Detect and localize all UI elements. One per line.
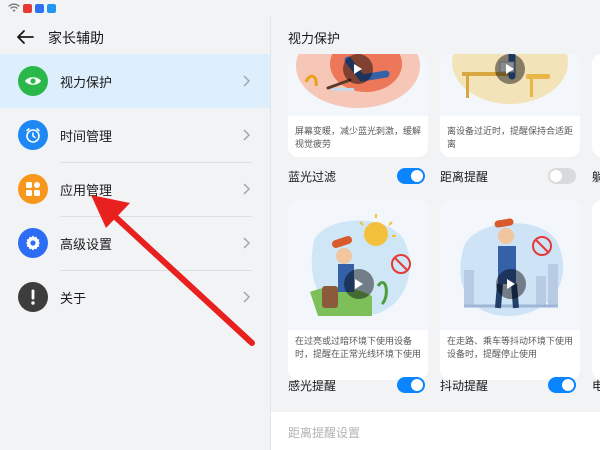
- menu-item-app-management[interactable]: 应用管理: [0, 162, 270, 216]
- menu-item-advanced-settings[interactable]: 高级设置: [0, 216, 270, 270]
- menu-item-label: 关于: [60, 292, 87, 307]
- distance-reminder-toggle[interactable]: [548, 168, 576, 184]
- play-icon: [354, 64, 362, 74]
- menu-item-label: 高级设置: [60, 238, 113, 253]
- status-bar: [0, 0, 600, 16]
- play-icon: [507, 279, 515, 289]
- card-description: 屏幕变暖，减少蓝光刺激，缓解视觉疲劳: [295, 127, 422, 150]
- blue-light-filter-toggle[interactable]: [397, 168, 425, 184]
- menu-item-label: 视力保护: [60, 76, 113, 91]
- detail-title: 视力保护: [288, 32, 341, 47]
- play-video-button[interactable]: [495, 54, 525, 84]
- settings-menu-pane: 家长辅助 视力保护 时间管理 应用管理 高级设置 关于: [0, 16, 270, 450]
- shake-reminder-illustration: [440, 200, 580, 330]
- parental-assist-screen: 家长辅助 视力保护 时间管理 应用管理 高级设置 关于 视力保护 屏幕变暖，减少…: [0, 0, 600, 450]
- chevron-right-icon: [243, 129, 251, 141]
- light-sensor-card[interactable]: 在过亮或过暗环境下使用设备时，提醒在正常光线环境下使用: [288, 200, 428, 380]
- partial-card[interactable]: [592, 200, 600, 380]
- shake-reminder-toggle[interactable]: [548, 377, 576, 393]
- eye-protection-detail-pane: 视力保护 屏幕变暖，减少蓝光刺激，缓解视觉疲劳 离设备过近时，提醒保持合适距离 …: [271, 16, 600, 450]
- notification-app-icon: [23, 3, 32, 13]
- chevron-right-icon: [243, 183, 251, 195]
- play-video-button[interactable]: [344, 269, 374, 299]
- toggle-label: 感光提醒: [288, 379, 337, 393]
- chevron-right-icon: [243, 237, 251, 249]
- menu-item-label: 应用管理: [60, 184, 113, 199]
- shake-reminder-card[interactable]: 在走路、乘车等抖动环境下使用设备时，提醒停止使用: [440, 200, 580, 380]
- play-icon: [506, 64, 514, 74]
- play-video-button[interactable]: [496, 269, 526, 299]
- partial-card[interactable]: [592, 54, 600, 157]
- wifi-icon: [8, 3, 20, 12]
- blue-light-card[interactable]: 屏幕变暖，减少蓝光刺激，缓解视觉疲劳: [288, 54, 428, 157]
- toggle-label-partial: 躺: [592, 170, 600, 184]
- page-header: 家长辅助: [0, 16, 270, 56]
- play-icon: [355, 279, 363, 289]
- toggle-label-partial: 电: [592, 379, 600, 393]
- page-title: 家长辅助: [48, 31, 104, 47]
- play-video-button[interactable]: [343, 54, 373, 84]
- light-sensor-toggle[interactable]: [397, 377, 425, 393]
- notification-app-icon: [47, 3, 56, 13]
- settings-row-label: 距离提醒设置: [288, 426, 361, 440]
- toggle-label: 距离提醒: [440, 170, 489, 184]
- card-description: 在走路、乘车等抖动环境下使用设备时，提醒停止使用: [447, 337, 574, 360]
- toggle-label: 抖动提醒: [440, 379, 489, 393]
- eye-icon: [18, 66, 48, 96]
- menu-item-time-management[interactable]: 时间管理: [0, 108, 270, 162]
- menu-item-about[interactable]: 关于: [0, 270, 270, 324]
- notification-app-icon: [35, 3, 44, 13]
- apps-grid-icon: [18, 174, 48, 204]
- toggle-label: 蓝光过滤: [288, 170, 337, 184]
- chevron-right-icon: [243, 75, 251, 87]
- chevron-right-icon: [243, 291, 251, 303]
- menu-item-label: 时间管理: [60, 130, 113, 145]
- clock-icon: [18, 120, 48, 150]
- light-sensor-illustration: [288, 200, 428, 330]
- back-button[interactable]: [14, 26, 36, 48]
- card-description: 在过亮或过暗环境下使用设备时，提醒在正常光线环境下使用: [295, 337, 422, 360]
- distance-card[interactable]: 离设备过近时，提醒保持合适距离: [440, 54, 580, 157]
- arrow-left-icon: [17, 30, 34, 44]
- gear-icon: [18, 228, 48, 258]
- exclamation-icon: [18, 282, 48, 312]
- menu-item-eye-protection[interactable]: 视力保护: [0, 54, 270, 108]
- card-description: 离设备过近时，提醒保持合适距离: [447, 127, 574, 150]
- distance-reminder-settings-row[interactable]: 距离提醒设置: [271, 412, 600, 450]
